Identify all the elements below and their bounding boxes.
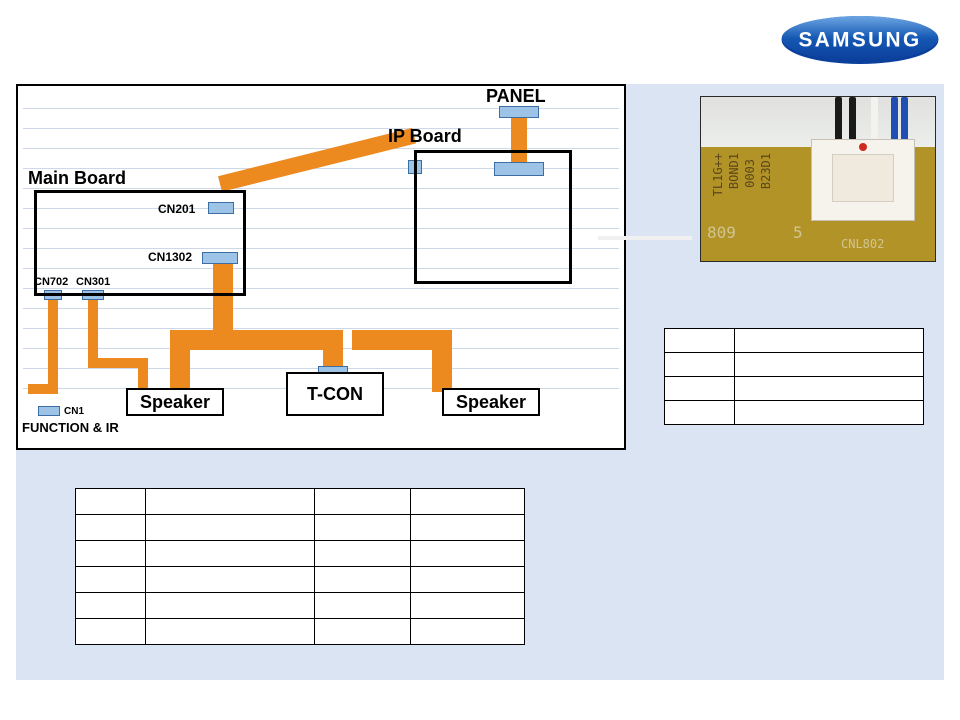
table-cell xyxy=(76,593,146,619)
table-cell xyxy=(735,401,924,425)
ip-board-box xyxy=(414,150,572,284)
speaker-left-label: Speaker xyxy=(140,392,210,413)
table-cell xyxy=(665,353,735,377)
table-cell xyxy=(76,567,146,593)
tab-panel-top xyxy=(499,106,539,118)
callout-line xyxy=(598,236,692,240)
tab-cn1 xyxy=(38,406,60,416)
table-cell xyxy=(315,593,411,619)
table-cell xyxy=(411,541,525,567)
cn301-label: CN301 xyxy=(76,276,110,288)
table-cell xyxy=(665,377,735,401)
table-cell xyxy=(145,567,315,593)
cn201-label: CN201 xyxy=(158,202,195,216)
cn1302-label: CN1302 xyxy=(148,250,192,264)
table-cell xyxy=(411,593,525,619)
tcon-label: T-CON xyxy=(307,384,363,405)
silk-line1: TL1G++ xyxy=(711,153,725,196)
cnl-label: CNL802 xyxy=(841,237,884,251)
wiring-diagram: Speaker Speaker T-CON PANEL IP Board Mai… xyxy=(16,84,626,450)
table-cell xyxy=(315,567,411,593)
ip-board-label: IP Board xyxy=(388,126,462,147)
table-cell xyxy=(145,593,315,619)
panel-label: PANEL xyxy=(486,86,546,107)
silk-line2: BOND1 xyxy=(727,153,741,189)
table-cell xyxy=(411,515,525,541)
table-cell xyxy=(735,329,924,353)
table-cell xyxy=(315,541,411,567)
table-cell xyxy=(411,567,525,593)
table-cell xyxy=(76,619,146,645)
table-cell xyxy=(411,619,525,645)
pcb-num-5: 5 xyxy=(793,223,803,242)
cn702-label: CN702 xyxy=(34,276,68,288)
cn1-label: CN1 xyxy=(64,406,84,417)
main-board-label: Main Board xyxy=(28,168,126,189)
table-cell xyxy=(76,489,146,515)
table-cell xyxy=(145,541,315,567)
table-cell xyxy=(145,619,315,645)
table-cell xyxy=(665,401,735,425)
table-cell xyxy=(315,619,411,645)
pcb-num-809: 809 xyxy=(707,223,736,242)
table-cell xyxy=(411,489,525,515)
svg-text:SAMSUNG: SAMSUNG xyxy=(798,28,921,51)
table-cell xyxy=(315,489,411,515)
silk-line3: 0003 xyxy=(743,159,757,188)
table-cell xyxy=(145,515,315,541)
speaker-right-box: Speaker xyxy=(442,388,540,416)
small-table xyxy=(664,328,924,425)
samsung-logo: SAMSUNG xyxy=(780,12,940,68)
table-cell xyxy=(735,353,924,377)
tcon-box: T-CON xyxy=(286,372,384,416)
table-cell xyxy=(665,329,735,353)
table-cell xyxy=(315,515,411,541)
speaker-left-box: Speaker xyxy=(126,388,224,416)
silk-line4: B23D1 xyxy=(759,153,773,189)
table-cell xyxy=(735,377,924,401)
table-cell xyxy=(145,489,315,515)
function-ir-label: FUNCTION & IR xyxy=(22,420,119,435)
speaker-right-label: Speaker xyxy=(456,392,526,413)
big-table xyxy=(75,488,525,645)
table-cell xyxy=(76,541,146,567)
table-cell xyxy=(76,515,146,541)
connector-photo: TL1G++ BOND1 0003 B23D1 809 5 CNL802 xyxy=(700,96,936,262)
